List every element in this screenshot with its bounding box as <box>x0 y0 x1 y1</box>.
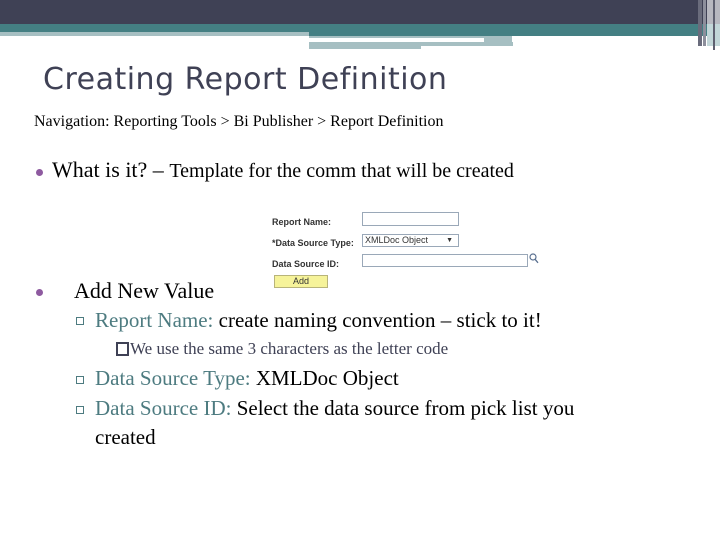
checkbox-glyph-icon <box>116 342 129 356</box>
bullet-lead: What is it? – <box>52 157 170 182</box>
sub-item-data-source-id: Data Source ID: Select the data source f… <box>95 396 574 421</box>
sub-item-continuation: created <box>95 425 156 449</box>
sub-item-data-source-type: Data Source Type: XMLDoc Object <box>95 366 399 391</box>
header-band-dark <box>0 0 708 24</box>
sub-item-report-name: Report Name: create naming convention – … <box>95 308 542 333</box>
data-source-id-input[interactable] <box>362 254 528 267</box>
header-edge-line <box>713 0 715 50</box>
bullet-text: Template for the comm that will be creat… <box>169 160 514 182</box>
data-source-type-select[interactable]: XMLDoc Object ▼ <box>362 234 459 247</box>
header-accent-strip <box>309 42 421 49</box>
sub-item-text: Select the data source from pick list yo… <box>231 396 575 420</box>
note-letter-code: We use the same 3 characters as the lett… <box>116 339 448 359</box>
report-definition-form: Report Name: *Data Source Type: XMLDoc O… <box>272 212 542 292</box>
sub-item-label: Report Name: <box>95 308 214 332</box>
sub-item-text: XMLDoc Object <box>250 366 399 390</box>
sub-bullet-square <box>76 406 84 414</box>
bullet-dot <box>36 169 43 176</box>
note-text: We use the same 3 characters as the lett… <box>130 339 449 358</box>
bullet-add-new-value: Add New Value <box>74 278 215 303</box>
header-accent-strip <box>0 32 309 36</box>
data-source-type-value: XMLDoc Object <box>365 235 429 245</box>
report-name-label: Report Name: <box>272 217 332 227</box>
sub-item-text: create naming convention – stick to it! <box>213 308 542 332</box>
navigation-path: Navigation: Reporting Tools > Bi Publish… <box>34 113 444 130</box>
header-edge-strip <box>698 0 702 46</box>
sub-item-label: Data Source ID: <box>95 396 232 420</box>
sub-bullet-square <box>76 376 84 384</box>
add-button[interactable]: Add <box>274 275 328 288</box>
data-source-id-label: Data Source ID: <box>272 259 340 269</box>
header-edge-strip <box>703 0 706 46</box>
bullet-dot <box>36 289 43 296</box>
bullet-what-is-it: What is it? – Template for the comm that… <box>52 157 514 183</box>
dropdown-arrow-icon: ▼ <box>446 237 453 244</box>
sub-bullet-square <box>76 317 84 325</box>
magnifier-icon[interactable] <box>529 253 539 267</box>
data-source-type-label: *Data Source Type: <box>272 238 354 248</box>
slide-title: Creating Report Definition <box>43 62 448 97</box>
sub-item-label: Data Source Type: <box>95 366 251 390</box>
header-accent-block <box>484 36 512 46</box>
report-name-input[interactable] <box>362 212 459 226</box>
